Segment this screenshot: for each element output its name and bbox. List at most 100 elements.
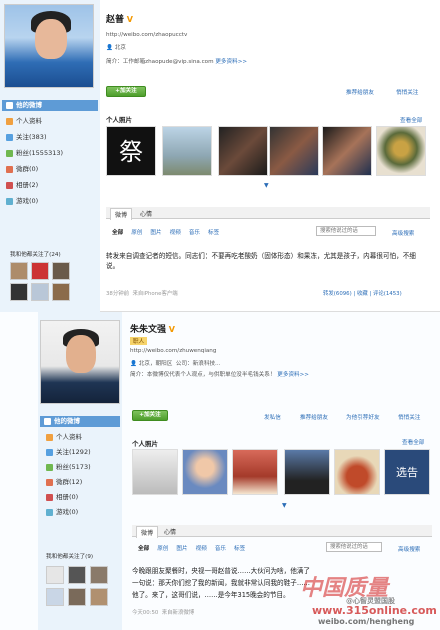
fans-icon — [6, 150, 13, 157]
photo-thumbnail[interactable] — [334, 449, 380, 495]
advanced-search-link[interactable]: 高级搜索 — [398, 545, 420, 553]
filter-images[interactable]: 图片 — [176, 544, 187, 552]
profile-url[interactable]: http://weibo.com/zhaopucctv — [106, 32, 187, 38]
sidebar-item-album[interactable]: 相册(2) — [6, 180, 38, 191]
follow-icon — [6, 134, 13, 141]
verified-icon: V — [124, 15, 133, 24]
photo-thumbnail[interactable] — [322, 126, 372, 176]
game-icon — [6, 198, 13, 205]
photo-thumbnail[interactable]: 选告 — [384, 449, 430, 495]
follow-icon — [46, 449, 53, 456]
tab-mood[interactable]: 心情 — [164, 527, 176, 536]
profile-location: 👤 北京，朝阳区 公司：新浪科技... — [130, 361, 221, 367]
tab-mood[interactable]: 心情 — [140, 209, 152, 218]
follow-button[interactable]: +加关注 — [132, 410, 168, 421]
photo-thumbnail[interactable] — [182, 449, 228, 495]
sidebar-item-follows[interactable]: 关注(1292) — [46, 447, 91, 458]
filter-images[interactable]: 图片 — [150, 228, 161, 236]
photo-thumbnail[interactable] — [232, 449, 278, 495]
sidebar-item-fans[interactable]: 粉丝(5173) — [46, 462, 91, 473]
sidebar-item-groups[interactable]: 微群(0) — [6, 164, 38, 175]
follow-avatar[interactable] — [68, 566, 86, 584]
sidebar-item-weibo[interactable]: 他的微博 — [40, 416, 120, 427]
tab-weibo[interactable]: 微博 — [110, 208, 133, 220]
follow-avatar[interactable] — [10, 283, 28, 301]
follow-avatar[interactable] — [10, 262, 28, 280]
quiet-follow-link[interactable]: 悄悄关注 — [396, 88, 418, 96]
chevron-down-icon[interactable]: ▼ — [264, 182, 269, 189]
quiet-follow-link[interactable]: 悄悄关注 — [398, 413, 420, 421]
profile-url[interactable]: http://weibo.com/zhuwenqiang — [130, 348, 216, 354]
follow-avatar[interactable] — [31, 262, 49, 280]
photo-thumbnail[interactable]: 祭 — [106, 126, 156, 176]
follow-avatar[interactable] — [90, 566, 108, 584]
follow-avatar[interactable] — [52, 262, 70, 280]
photo-thumbnail[interactable] — [218, 126, 268, 176]
sidebar-item-follows[interactable]: 关注(383) — [6, 132, 46, 143]
introduce-friends-link[interactable]: 为他引荐好友 — [346, 413, 380, 421]
follow-avatar[interactable] — [46, 566, 64, 584]
verified-icon: V — [166, 325, 175, 334]
post-stats[interactable]: 转发(6096) | 收藏 | 评论(1453) — [323, 289, 402, 297]
recommend-link[interactable]: 推荐给朋友 — [300, 413, 328, 421]
more-info-link[interactable]: 更多资料>> — [277, 372, 309, 378]
sidebar-item-games[interactable]: 游戏(0) — [46, 507, 78, 518]
photo-thumbnail[interactable] — [132, 449, 178, 495]
sidebar-item-fans[interactable]: 粉丝(1555313) — [6, 148, 63, 159]
filter-tags[interactable]: 标签 — [234, 544, 245, 552]
post-filters: 全部 原创 图片 视频 音乐 标签 — [138, 544, 245, 552]
mutual-follows-title: 我和他都关注了(9) — [46, 554, 94, 560]
person-icon: 👤 — [106, 45, 115, 51]
follow-avatar[interactable] — [52, 283, 70, 301]
avatar[interactable] — [4, 4, 94, 88]
filter-tags[interactable]: 标签 — [208, 228, 219, 236]
profile-name: 朱朱文强 V — [130, 325, 175, 335]
sidebar-item-groups[interactable]: 微群(12) — [46, 477, 82, 488]
sidebar-item-profile[interactable]: 个人资料 — [46, 432, 82, 443]
private-message-link[interactable]: 发私信 — [264, 413, 281, 421]
advanced-search-link[interactable]: 高级搜索 — [392, 229, 414, 237]
filter-all[interactable]: 全部 — [112, 228, 123, 236]
view-all-photos-link[interactable]: 查看全部 — [400, 116, 422, 124]
filter-original[interactable]: 原创 — [157, 544, 168, 552]
photo-thumbnail[interactable] — [376, 126, 426, 176]
photo-thumbnail[interactable] — [269, 126, 319, 176]
chevron-down-icon[interactable]: ▼ — [282, 502, 287, 509]
search-input[interactable] — [326, 542, 382, 552]
recommend-link[interactable]: 推荐给朋友 — [346, 88, 374, 96]
search-input[interactable] — [316, 226, 376, 236]
follow-avatar[interactable] — [31, 283, 49, 301]
profile-name: 赵普 V — [106, 15, 133, 25]
person-icon: 👤 — [130, 361, 139, 367]
post-filters: 全部 原创 图片 视频 音乐 标签 — [112, 228, 219, 236]
sidebar-item-album[interactable]: 相册(0) — [46, 492, 78, 503]
profile-panel-zhaopu: 他的微博 个人资料 关注(383) 粉丝(1555313) 微群(0) 相册(2… — [0, 0, 440, 312]
profile-badge: 职人 — [130, 337, 148, 345]
profile-intro: 简介：工作邮箱zhaopude@vip.sina.com 更多资料>> — [106, 59, 248, 65]
tab-weibo[interactable]: 微博 — [136, 526, 159, 538]
sidebar-item-weibo[interactable]: 他的微博 — [2, 100, 98, 111]
filter-all[interactable]: 全部 — [138, 544, 149, 552]
view-all-photos-link[interactable]: 查看全部 — [402, 438, 424, 446]
follow-avatar[interactable] — [68, 588, 86, 606]
follow-button[interactable]: +加关注 — [106, 86, 146, 97]
avatar[interactable] — [40, 320, 120, 404]
photo-thumbnail[interactable] — [162, 126, 212, 176]
follow-avatar[interactable] — [46, 588, 64, 606]
post-tabs: 微博 心情 — [132, 525, 432, 538]
filter-original[interactable]: 原创 — [131, 228, 142, 236]
post-tabs: 微博 心情 — [106, 207, 430, 220]
more-info-link[interactable]: 更多资料>> — [215, 59, 247, 65]
photo-thumbnail[interactable] — [284, 449, 330, 495]
filter-music[interactable]: 音乐 — [215, 544, 226, 552]
filter-videos[interactable]: 视频 — [196, 544, 207, 552]
filter-videos[interactable]: 视频 — [170, 228, 181, 236]
profile-intro: 简介：本微博仅代表个人观点，与供职单位没半毛钱关系！ 更多资料>> — [130, 372, 309, 378]
mutual-follows-grid — [10, 262, 70, 301]
sidebar-item-profile[interactable]: 个人资料 — [6, 116, 42, 127]
photos-title: 个人照片 — [106, 116, 132, 124]
mutual-follows-grid — [46, 566, 108, 606]
follow-avatar[interactable] — [90, 588, 108, 606]
sidebar-item-games[interactable]: 游戏(0) — [6, 196, 38, 207]
filter-music[interactable]: 音乐 — [189, 228, 200, 236]
